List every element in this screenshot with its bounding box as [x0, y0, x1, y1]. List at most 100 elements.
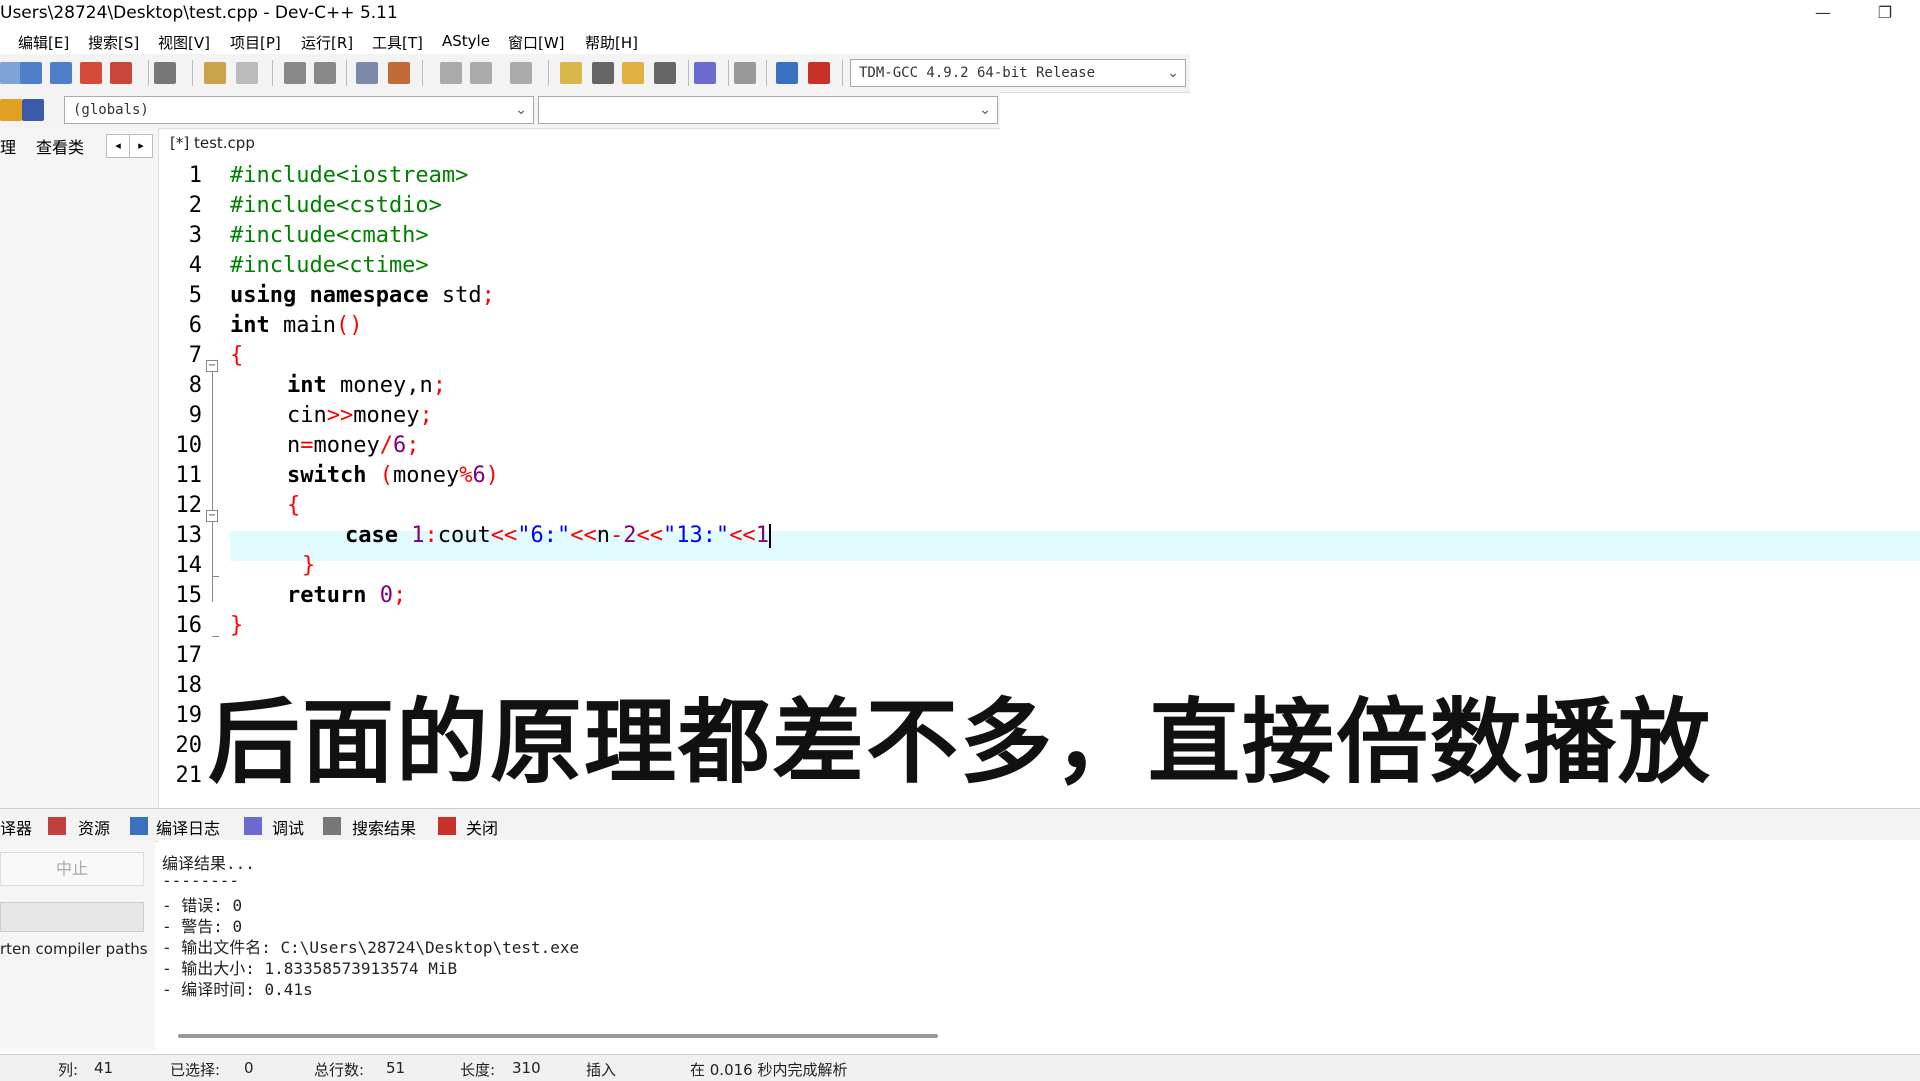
line-number: 6 [188, 313, 202, 338]
close-all-icon[interactable] [110, 62, 132, 84]
shorten-paths-checkbox[interactable]: rten compiler paths [0, 940, 148, 958]
indent-icon[interactable] [356, 62, 378, 84]
stop-execution-icon[interactable] [734, 62, 756, 84]
video-subtitle: 后面的原理都差不多，直接倍数播放 [207, 689, 1712, 796]
compile-icon[interactable] [560, 62, 582, 84]
unindent-icon[interactable] [388, 62, 410, 84]
run-icon[interactable] [592, 62, 614, 84]
status-bar: 列: 41 已选择: 0 总行数: 51 长度: 310 插入 在 0.016 … [0, 1054, 1920, 1081]
output-line: -------- [162, 871, 240, 890]
tab-search-results[interactable]: 搜索结果 [352, 815, 416, 839]
fold-toggle-main[interactable]: − [206, 360, 218, 372]
function-select[interactable]: ⌄ [538, 96, 998, 124]
compiler-controls: 中止 rten compiler paths [0, 840, 155, 1050]
chevron-down-icon: ⌄ [1167, 65, 1179, 81]
chevron-down-icon: ⌄ [979, 102, 991, 118]
compile-progress-bar [0, 902, 144, 932]
horizontal-scrollbar[interactable] [178, 1034, 938, 1038]
menu-astyle[interactable]: AStyle [442, 32, 490, 50]
fold-line [212, 366, 213, 516]
save-all-icon[interactable] [50, 62, 72, 84]
code-line-1: #include<iostream> [230, 163, 469, 188]
line-number: 2 [188, 193, 202, 218]
toggle-bookmark-icon[interactable] [22, 99, 44, 121]
code-line-16: } [230, 613, 244, 638]
line-number: 8 [188, 373, 202, 398]
new-file-icon[interactable] [0, 62, 22, 84]
menu-bar: 编辑[E] 搜索[S] 视图[V] 项目[P] 运行[R] 工具[T] ASty… [0, 28, 1920, 54]
replace-icon[interactable] [314, 62, 336, 84]
code-line-4: #include<ctime> [230, 253, 429, 278]
tab-close[interactable]: 关闭 [466, 815, 498, 839]
tab-classes[interactable]: 查看类 [36, 134, 84, 158]
minimize-button[interactable]: — [1800, 0, 1846, 28]
tab-compile-log[interactable]: 编译日志 [156, 815, 220, 839]
tab-scroll-left-icon[interactable]: ◂ [106, 134, 130, 158]
undo-icon[interactable] [204, 62, 226, 84]
menu-project[interactable]: 项目[P] [230, 32, 281, 53]
line-number: 5 [188, 283, 202, 308]
title-bar: Users\28724\Desktop\test.cpp - Dev-C++ 5… [0, 0, 1920, 28]
bottom-tabs: 译器 资源 编译日志 调试 搜索结果 关闭 [0, 808, 1920, 842]
profile-chart-icon[interactable] [776, 62, 798, 84]
insert-icon[interactable] [0, 99, 22, 121]
redo-icon[interactable] [236, 62, 258, 84]
code-line-6: int main() [230, 313, 363, 338]
status-len-label: 长度: [460, 1061, 496, 1079]
code-line-11: switch (money%6) [287, 463, 499, 488]
restore-button[interactable]: ❐ [1862, 0, 1908, 28]
window-title: Users\28724\Desktop\test.cpp - Dev-C++ 5… [0, 3, 398, 23]
code-line-10: n=money/6; [287, 433, 420, 458]
menu-window[interactable]: 窗口[W] [508, 32, 565, 53]
goto-forward-icon[interactable] [470, 62, 492, 84]
save-icon[interactable] [20, 62, 42, 84]
scope-select[interactable]: (globals) ⌄ [64, 96, 534, 124]
line-number: 10 [175, 433, 203, 458]
tab-debug[interactable]: 调试 [272, 815, 304, 839]
chevron-down-icon: ⌄ [515, 102, 527, 118]
goto-back-icon[interactable] [440, 62, 462, 84]
tab-compiler[interactable]: 译器 [0, 815, 32, 839]
rebuild-icon[interactable] [654, 62, 676, 84]
menu-run[interactable]: 运行[R] [301, 32, 353, 53]
status-lines: 51 [386, 1059, 406, 1077]
tab-project[interactable]: 理 [0, 134, 16, 158]
code-line-12: { [287, 493, 301, 518]
status-parse-time: 在 0.016 秒内完成解析 [690, 1061, 848, 1079]
tab-scroll-right-icon[interactable]: ▸ [129, 134, 153, 158]
compile-output[interactable]: 编译结果... -------- - 错误: 0 - 警告: 0 - 输出文件名… [158, 840, 1920, 1050]
check-syntax-icon[interactable] [694, 62, 716, 84]
menu-help[interactable]: 帮助[H] [585, 32, 638, 53]
compiler-select[interactable]: TDM-GCC 4.9.2 64-bit Release ⌄ [850, 59, 1186, 87]
bookmark-icon[interactable] [510, 62, 532, 84]
class-toolbar: (globals) ⌄ ⌄ [0, 92, 1000, 129]
scope-select-value: (globals) [73, 102, 149, 118]
fold-toggle-switch[interactable]: − [206, 510, 218, 522]
line-number: 14 [175, 553, 203, 578]
status-col-label: 列: [58, 1061, 79, 1079]
code-line-9: cin>>money; [287, 403, 433, 428]
main-toolbar: TDM-GCC 4.9.2 64-bit Release ⌄ [0, 54, 1190, 93]
status-insert-mode: 插入 [586, 1061, 617, 1079]
menu-view[interactable]: 视图[V] [158, 32, 210, 53]
line-number: 16 [175, 613, 203, 638]
close-file-icon[interactable] [80, 62, 102, 84]
compile-run-icon[interactable] [622, 62, 644, 84]
tab-resources[interactable]: 资源 [78, 815, 110, 839]
menu-edit[interactable]: 编辑[E] [18, 32, 69, 53]
code-line-14: } [302, 553, 316, 578]
print-icon[interactable] [154, 62, 176, 84]
line-number: 3 [188, 223, 202, 248]
menu-search[interactable]: 搜索[S] [88, 32, 139, 53]
text-caret [768, 524, 771, 548]
line-number: 9 [188, 403, 202, 428]
find-icon[interactable] [284, 62, 306, 84]
status-sel: 0 [244, 1059, 254, 1077]
abort-button[interactable]: 中止 [0, 852, 144, 886]
debug-icon[interactable] [808, 62, 830, 84]
file-tab[interactable]: [*] test.cpp [160, 130, 280, 156]
menu-tools[interactable]: 工具[T] [372, 32, 423, 53]
line-number: 13 [175, 523, 203, 548]
status-col: 41 [94, 1059, 114, 1077]
search-results-icon [323, 817, 341, 835]
